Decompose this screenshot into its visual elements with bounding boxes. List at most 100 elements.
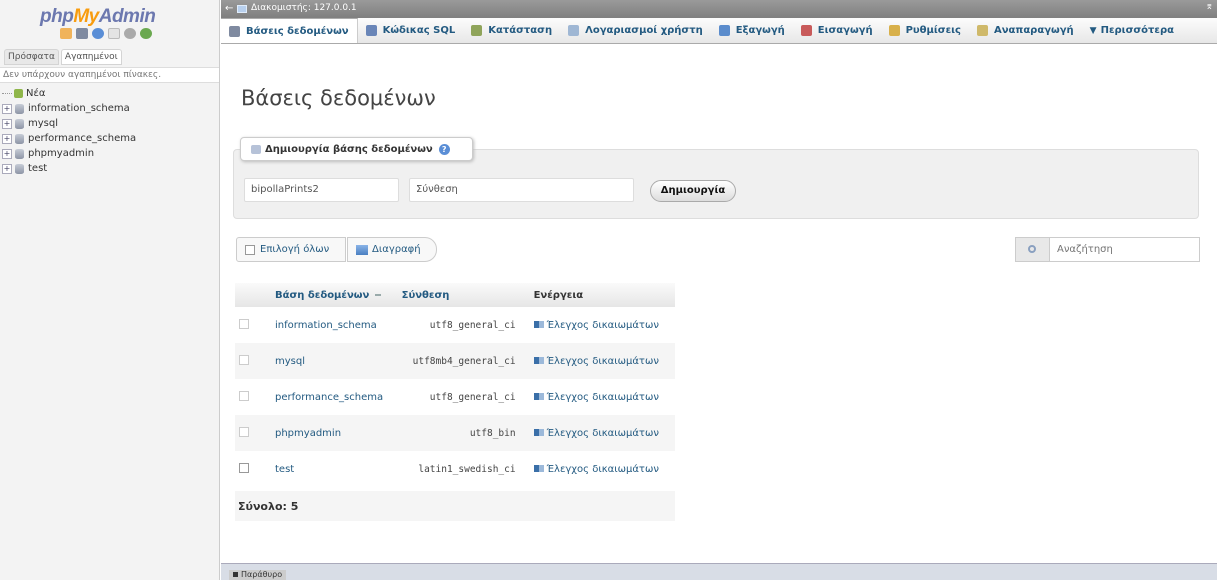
row-checkbox[interactable] [239, 462, 249, 473]
status-icon [471, 25, 483, 36]
server-breadcrumb[interactable]: Διακομιστής: 127.0.0.1 [251, 3, 357, 13]
expand-icon[interactable]: + [2, 103, 12, 114]
tab-status[interactable]: Κατάσταση [463, 18, 560, 43]
tree-item-label[interactable]: performance_schema [28, 133, 136, 144]
users-icon [568, 25, 580, 36]
tree-item-label[interactable]: mysql [28, 118, 58, 129]
console-toggle[interactable]: Παράθυρο [229, 570, 287, 580]
tab-more[interactable]: ▼ Περισσότερα [1082, 18, 1182, 43]
collation-select[interactable]: Σύνθεση [409, 178, 634, 202]
docs-icon[interactable] [108, 28, 120, 39]
action-label: Έλεγχος δικαιωμάτων [546, 319, 659, 331]
server-icon [237, 5, 247, 13]
sort-icon [375, 293, 382, 296]
reload-icon[interactable] [140, 28, 152, 39]
check-privileges-link[interactable]: Έλεγχος δικαιωμάτων [529, 415, 675, 451]
tab-import[interactable]: Εισαγωγή [793, 18, 881, 43]
database-name[interactable]: test [271, 451, 398, 487]
home-icon[interactable] [60, 28, 72, 39]
tab-replication[interactable]: Αναπαραγωγή [969, 18, 1082, 43]
database-name-input[interactable]: bipollaPrints2 [244, 178, 399, 202]
tree-item-label[interactable]: information_schema [28, 103, 130, 114]
tree-item-phpmyadmin[interactable]: + phpmyadmin [2, 146, 136, 161]
expand-icon[interactable]: + [2, 133, 12, 144]
tree-item-information-schema[interactable]: + information_schema [2, 101, 136, 116]
tree-item-label[interactable]: test [28, 163, 47, 174]
tab-recent[interactable]: Πρόσφατα [4, 49, 59, 65]
logo-text-php: php [40, 6, 74, 27]
chevron-down-icon: ▼ [1089, 25, 1097, 36]
menu-label: Περισσότερα [1100, 25, 1174, 36]
page-title: Βάσεις δεδομένων [241, 86, 436, 110]
privileges-icon [533, 464, 544, 472]
search-icon-box [1015, 237, 1049, 262]
phpmyadmin-logo[interactable]: phpMyAdmin [40, 6, 156, 28]
table-row: phpmyadmin utf8_bin Έλεγχος δικαιωμάτων [235, 415, 675, 451]
nav-tabs: Πρόσφατα Αγαπημένοι [4, 49, 122, 65]
checkbox[interactable] [245, 244, 255, 255]
row-checkbox-cell [235, 343, 271, 379]
tree-item-label[interactable]: Νέα [26, 88, 45, 99]
expand-icon[interactable]: + [2, 163, 12, 174]
console-label: Παράθυρο [241, 570, 283, 579]
database-icon[interactable] [76, 28, 88, 39]
database-icon [15, 103, 24, 114]
database-name[interactable]: mysql [271, 343, 398, 379]
database-name[interactable]: information_schema [271, 307, 398, 343]
row-checkbox[interactable] [239, 426, 249, 437]
settings-icon[interactable] [124, 28, 136, 39]
tree-item-mysql[interactable]: + mysql [2, 116, 136, 131]
tab-favorites[interactable]: Αγαπημένοι [60, 49, 122, 65]
tab-databases[interactable]: Βάσεις δεδομένων [221, 18, 358, 43]
no-favorites-message: Δεν υπάρχουν αγαπημένοι πίνακες. [0, 67, 219, 83]
check-privileges-link[interactable]: Έλεγχος δικαιωμάτων [529, 379, 675, 415]
navigation-panel: phpMyAdmin Πρόσφατα Αγαπημένοι Δεν υπάρχ… [0, 0, 220, 580]
table-row: performance_schema utf8_general_ci Έλεγχ… [235, 379, 675, 415]
tab-settings[interactable]: Ρυθμίσεις [881, 18, 969, 43]
header-label: Βάση δεδομένων [275, 289, 370, 301]
import-icon [800, 25, 812, 36]
row-checkbox[interactable] [239, 354, 249, 365]
expand-icon[interactable]: + [2, 118, 12, 129]
collation-value: utf8_general_ci [397, 307, 530, 343]
console-icon [233, 572, 238, 577]
row-checkbox[interactable] [239, 318, 249, 329]
tree-item-test[interactable]: + test [2, 161, 136, 176]
sql-icon [365, 25, 377, 36]
drop-icon [356, 244, 368, 255]
action-label: Έλεγχος δικαιωμάτων [546, 463, 659, 475]
tree-item-performance-schema[interactable]: + performance_schema [2, 131, 136, 146]
new-database-icon [14, 89, 23, 98]
database-name[interactable]: performance_schema [271, 379, 398, 415]
header-collation[interactable]: Σύνθεση [397, 283, 530, 307]
create-button[interactable]: Δημιουργία [650, 180, 736, 202]
row-checkbox[interactable] [239, 390, 249, 401]
settings-icon [888, 25, 900, 36]
database-name[interactable]: phpmyadmin [271, 415, 398, 451]
table-header-row: Βάση δεδομένων Σύνθεση Ενέργεια [235, 283, 675, 307]
expand-icon[interactable]: + [2, 148, 12, 159]
tree-item-label[interactable]: phpmyadmin [28, 148, 94, 159]
check-privileges-link[interactable]: Έλεγχος δικαιωμάτων [529, 451, 675, 487]
menu-label: Βάσεις δεδομένων [246, 25, 349, 37]
menu-label: Αναπαραγωγή [993, 25, 1074, 36]
tree-connector [2, 93, 12, 94]
check-all-button[interactable]: Επιλογή όλων [236, 237, 346, 262]
tab-export[interactable]: Εξαγωγή [711, 18, 793, 43]
menu-label: Κώδικας SQL [382, 25, 456, 36]
check-privileges-link[interactable]: Έλεγχος δικαιωμάτων [529, 343, 675, 379]
back-arrow-icon[interactable]: ← [225, 3, 233, 14]
search-input[interactable] [1049, 237, 1200, 262]
tab-user-accounts[interactable]: Λογαριασμοί χρήστη [560, 18, 711, 43]
help-icon[interactable]: ? [438, 143, 450, 155]
drop-button[interactable]: Διαγραφή [347, 237, 437, 262]
tree-item-new[interactable]: Νέα [2, 86, 136, 101]
help-icon[interactable] [92, 28, 104, 39]
tab-sql[interactable]: Κώδικας SQL [358, 18, 464, 43]
collapse-icon[interactable]: ⌆ [1205, 2, 1213, 12]
row-checkbox-cell [235, 379, 271, 415]
menu-label: Εξαγωγή [735, 25, 785, 36]
header-database[interactable]: Βάση δεδομένων [271, 283, 398, 307]
check-privileges-link[interactable]: Έλεγχος δικαιωμάτων [529, 307, 675, 343]
action-label: Έλεγχος δικαιωμάτων [546, 355, 659, 367]
